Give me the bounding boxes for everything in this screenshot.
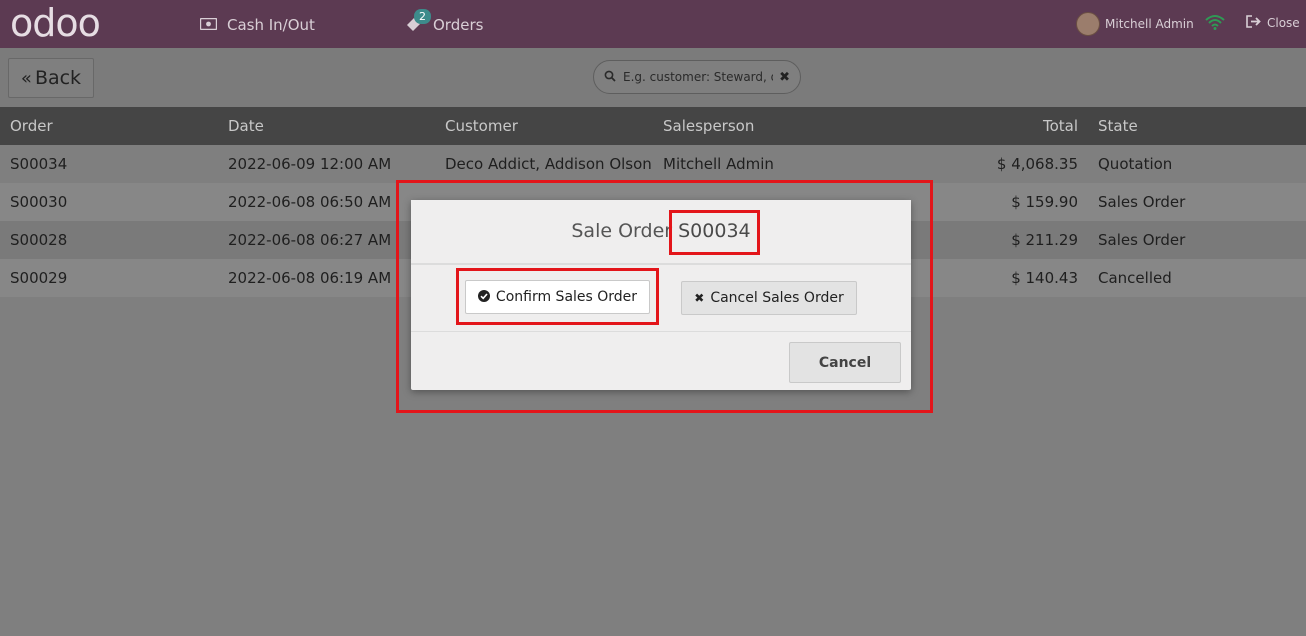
orders-label: Orders [433,16,484,34]
order-cell: S00028 [10,231,68,249]
total-cell: $ 4,068.35 [996,155,1078,173]
top-navbar: odoo Cash In/Out Orders 2 Mitchell Admin… [0,0,1306,48]
column-header-salesperson: Salesperson [663,117,755,135]
highlight-box-confirm-button [456,268,659,325]
salesperson-cell: Mitchell Admin [663,155,774,173]
close-label: Close [1267,16,1300,30]
column-header-order: Order [10,117,53,135]
user-name: Mitchell Admin [1105,17,1194,31]
column-header-date: Date [228,117,264,135]
search-icon [604,70,616,85]
back-button[interactable]: « Back [8,58,94,98]
table-header: Order Date Customer Salesperson Total St… [0,107,1306,145]
order-cell: S00029 [10,269,68,287]
date-cell: 2022-06-08 06:27 AM [228,231,392,249]
date-cell: 2022-06-08 06:50 AM [228,193,392,211]
order-cell: S00034 [10,155,68,173]
state-cell: Sales Order [1098,193,1186,211]
back-label: Back [34,67,82,89]
user-menu[interactable]: Mitchell Admin [1076,12,1194,36]
column-header-customer: Customer [445,117,518,135]
state-cell: Quotation [1098,155,1173,173]
column-header-state: State [1098,117,1138,135]
wifi-icon [1205,14,1225,30]
column-header-total: Total [1042,117,1078,135]
highlight-box-order-number [669,210,760,255]
cash-in-out-button[interactable]: Cash In/Out [199,14,315,36]
state-cell: Cancelled [1098,269,1172,287]
avatar [1076,12,1100,36]
search-input[interactable]: E.g. customer: Steward, da ✖ [593,60,801,94]
sign-out-icon [1246,15,1262,31]
cash-icon [199,16,218,34]
orders-count-badge: 2 [414,9,431,24]
table-row[interactable]: S00034 2022-06-09 12:00 AM Deco Addict, … [0,145,1306,183]
close-session-button[interactable]: Close [1246,15,1300,31]
control-bar: « Back E.g. customer: Steward, da ✖ [0,48,1306,107]
date-cell: 2022-06-08 06:19 AM [228,269,392,287]
state-cell: Sales Order [1098,231,1186,249]
double-chevron-left-icon: « [20,67,32,89]
order-cell: S00030 [10,193,68,211]
odoo-logo: odoo [10,1,101,45]
search-placeholder: E.g. customer: Steward, da [623,70,774,84]
customer-cell: Deco Addict, Addison Olson [445,155,652,173]
cash-in-out-label: Cash In/Out [227,16,315,34]
date-cell: 2022-06-09 12:00 AM [228,155,392,173]
clear-search-icon[interactable]: ✖ [779,70,790,85]
